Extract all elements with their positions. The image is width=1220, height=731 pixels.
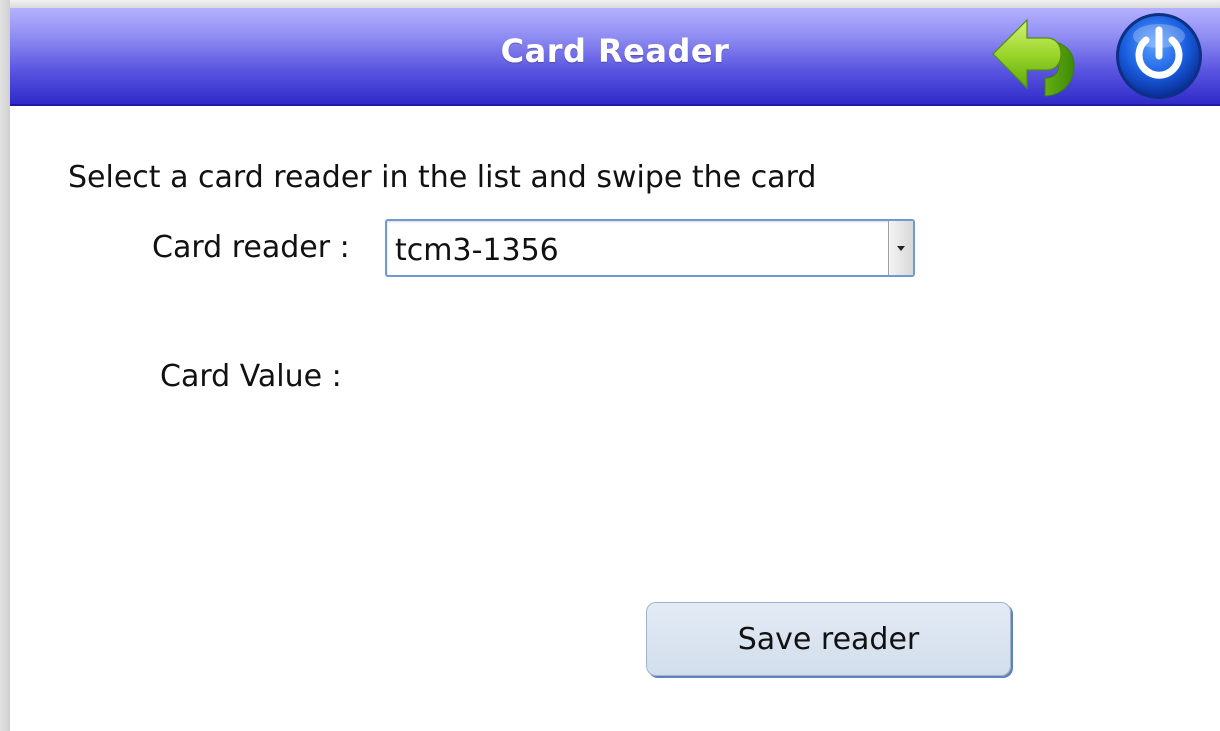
card-reader-selected-value: tcm3-1356	[395, 233, 559, 268]
instruction-text: Select a card reader in the list and swi…	[68, 160, 817, 195]
card-value-label: Card Value :	[160, 359, 342, 394]
dropdown-arrow-button[interactable]	[888, 221, 913, 275]
window-frame-top	[0, 0, 1220, 8]
chevron-down-icon	[897, 245, 905, 251]
card-reader-label: Card reader :	[152, 230, 350, 265]
window-frame-left	[0, 0, 10, 731]
card-reader-screen: Card Reader Select a card reader in the …	[0, 0, 1220, 731]
power-icon	[1116, 13, 1202, 99]
back-arrow-icon	[992, 18, 1075, 97]
card-reader-select[interactable]: tcm3-1356	[385, 219, 915, 277]
save-reader-button[interactable]: Save reader	[646, 602, 1011, 676]
power-button[interactable]	[1113, 10, 1205, 102]
header-bar: Card Reader	[10, 8, 1220, 106]
back-button[interactable]	[985, 12, 1080, 102]
